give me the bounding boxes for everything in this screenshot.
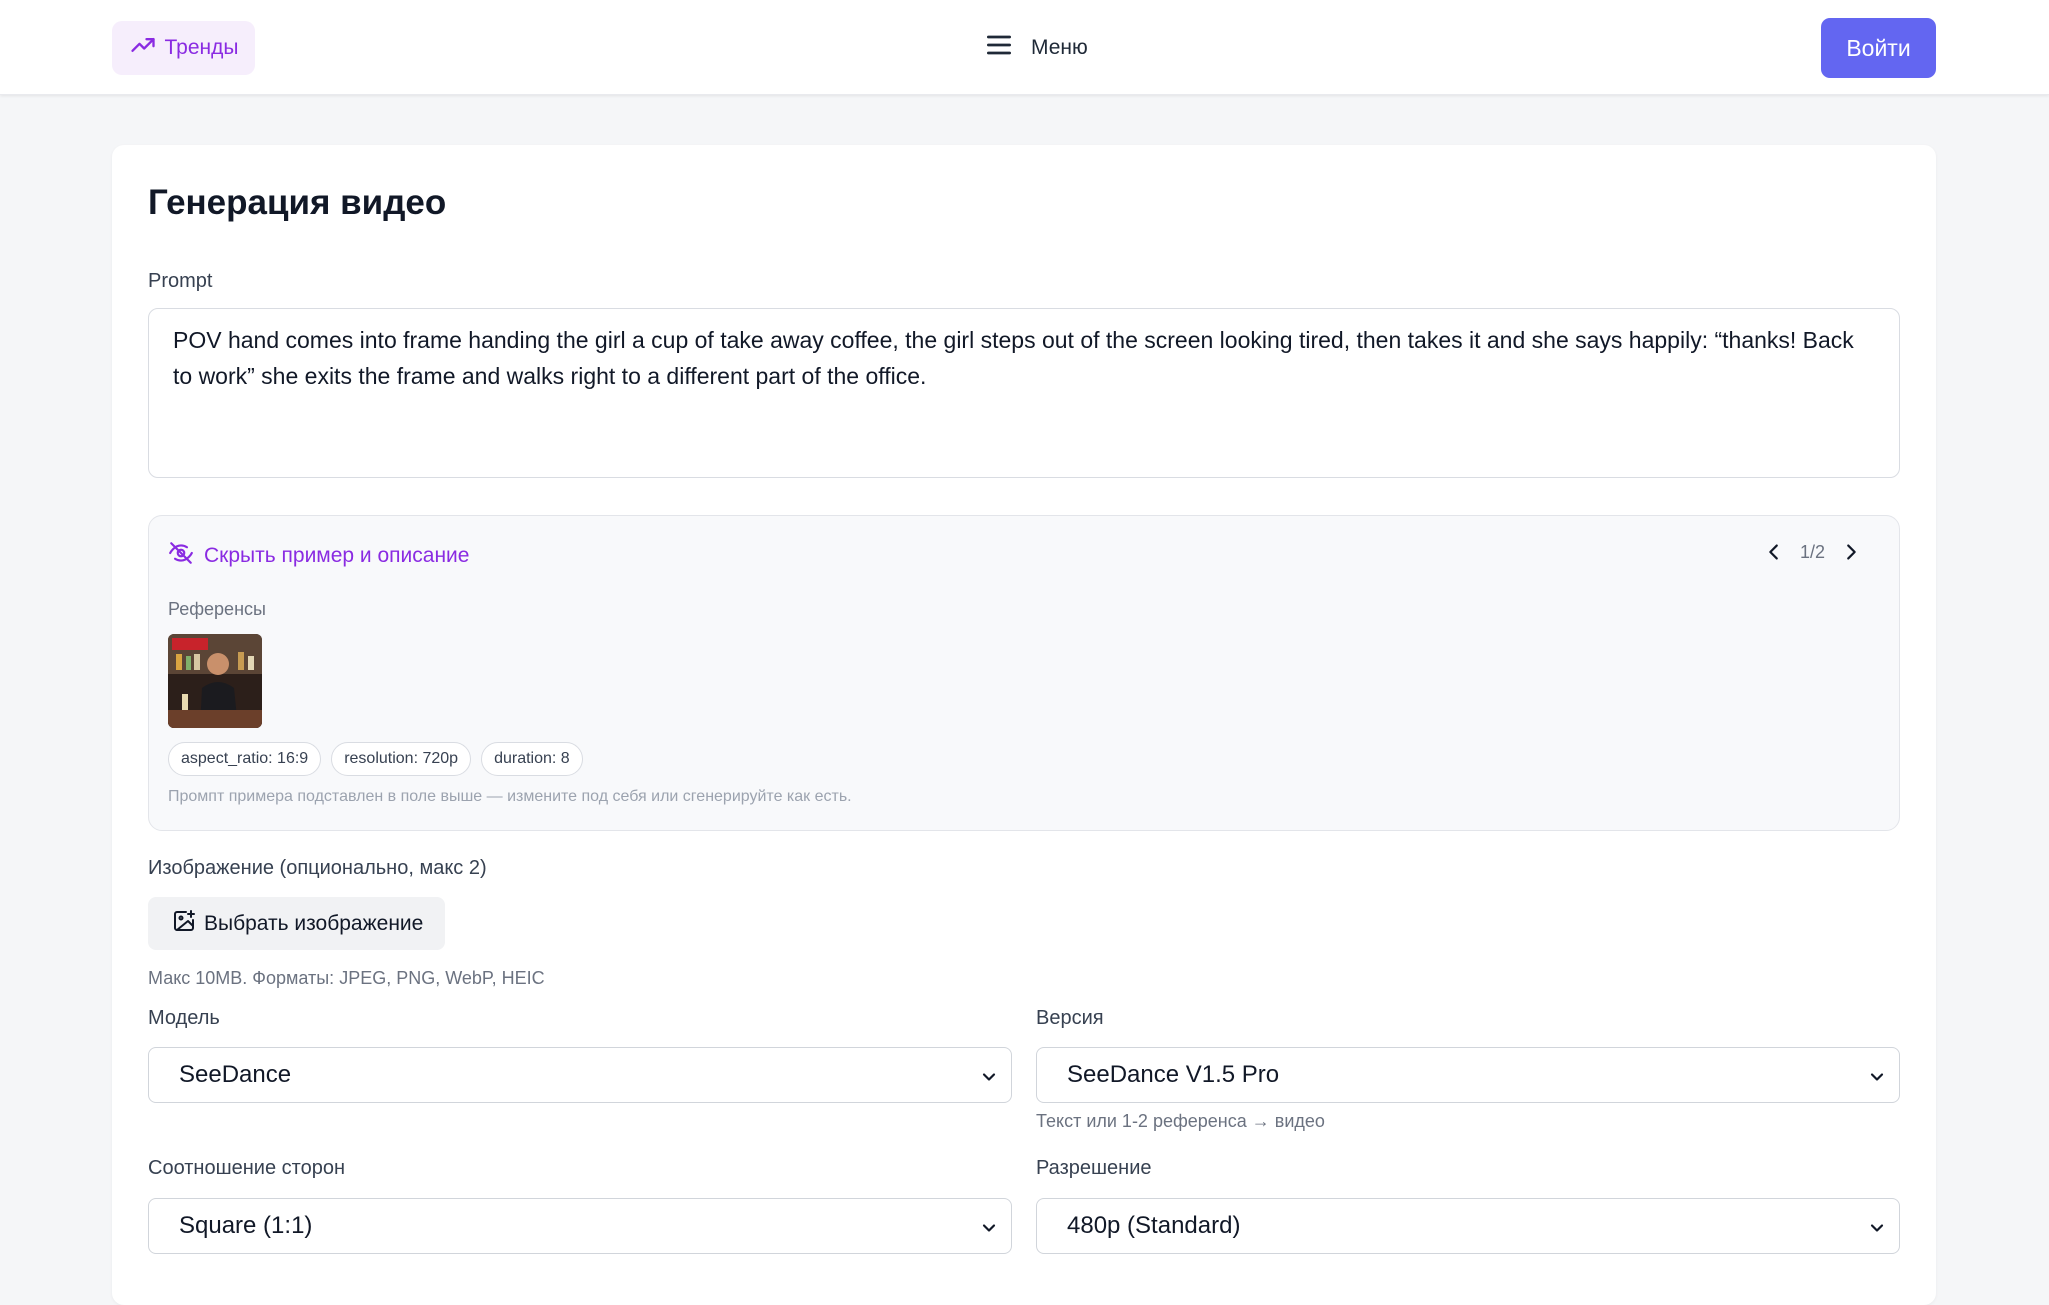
param-chip: duration: 8 xyxy=(481,742,583,776)
choose-image-label: Выбрать изображение xyxy=(204,911,424,935)
chevron-left-icon[interactable] xyxy=(1762,540,1786,564)
image-hint: Макс 10MB. Форматы: JPEG, PNG, WebP, HEI… xyxy=(148,968,545,988)
resolution-label: Разрешение xyxy=(1036,1157,1152,1179)
image-plus-icon xyxy=(172,909,196,939)
example-params: aspect_ratio: 16:9 resolution: 720p dura… xyxy=(168,742,583,776)
version-hint: Текст или 1-2 референса → видео xyxy=(1036,1111,1325,1131)
prompt-textarea[interactable]: POV hand comes into frame handing the gi… xyxy=(148,308,1900,478)
choose-image-button[interactable]: Выбрать изображение xyxy=(148,897,445,950)
trends-button[interactable]: Тренды xyxy=(112,21,255,75)
param-chip: aspect_ratio: 16:9 xyxy=(168,742,322,776)
page-title: Генерация видео xyxy=(148,183,447,222)
model-value: SeeDance xyxy=(179,1061,292,1088)
chevron-down-icon xyxy=(1867,1066,1887,1086)
aspect-value: Square (1:1) xyxy=(179,1212,313,1239)
version-select[interactable]: SeeDance V1.5 Pro xyxy=(1036,1047,1900,1103)
references-label: Референсы xyxy=(168,599,266,619)
video-generation-card: Генерация видео Prompt POV hand comes in… xyxy=(112,145,1936,1305)
hide-example-toggle[interactable]: Скрыть пример и описание xyxy=(168,540,469,572)
resolution-value: 480p (Standard) xyxy=(1067,1212,1241,1239)
menu-label: Меню xyxy=(1031,36,1088,59)
chevron-down-icon xyxy=(979,1217,999,1237)
chevron-down-icon xyxy=(1867,1217,1887,1237)
trends-label: Тренды xyxy=(164,36,239,59)
prompt-label: Prompt xyxy=(148,270,213,292)
reference-thumbnail[interactable] xyxy=(168,634,262,728)
version-value: SeeDance V1.5 Pro xyxy=(1067,1061,1280,1088)
hamburger-icon xyxy=(983,29,1015,67)
pager-count: 1/2 xyxy=(1799,541,1825,562)
menu-button[interactable]: Меню xyxy=(983,28,1088,68)
model-label: Модель xyxy=(148,1007,220,1029)
example-pager: 1/2 xyxy=(1762,540,1863,564)
aspect-label: Соотношение сторон xyxy=(148,1157,345,1179)
example-note: Промпт примера подставлен в поле выше — … xyxy=(168,788,852,805)
version-label: Версия xyxy=(1036,1007,1104,1029)
trending-up-icon xyxy=(129,31,157,65)
hide-example-label: Скрыть пример и описание xyxy=(204,544,470,567)
resolution-select[interactable]: 480p (Standard) xyxy=(1036,1198,1900,1254)
aspect-ratio-select[interactable]: Square (1:1) xyxy=(148,1198,1012,1254)
top-header: Тренды Меню Войти xyxy=(0,0,2049,95)
eye-off-icon xyxy=(168,540,194,572)
login-button[interactable]: Войти xyxy=(1821,18,1936,78)
chevron-down-icon xyxy=(979,1066,999,1086)
chevron-right-icon[interactable] xyxy=(1839,540,1863,564)
example-panel: Скрыть пример и описание 1/2 Референсы a… xyxy=(148,515,1900,831)
param-chip: resolution: 720p xyxy=(331,742,472,776)
image-label: Изображение (опционально, макс 2) xyxy=(148,857,487,879)
model-select[interactable]: SeeDance xyxy=(148,1047,1012,1103)
